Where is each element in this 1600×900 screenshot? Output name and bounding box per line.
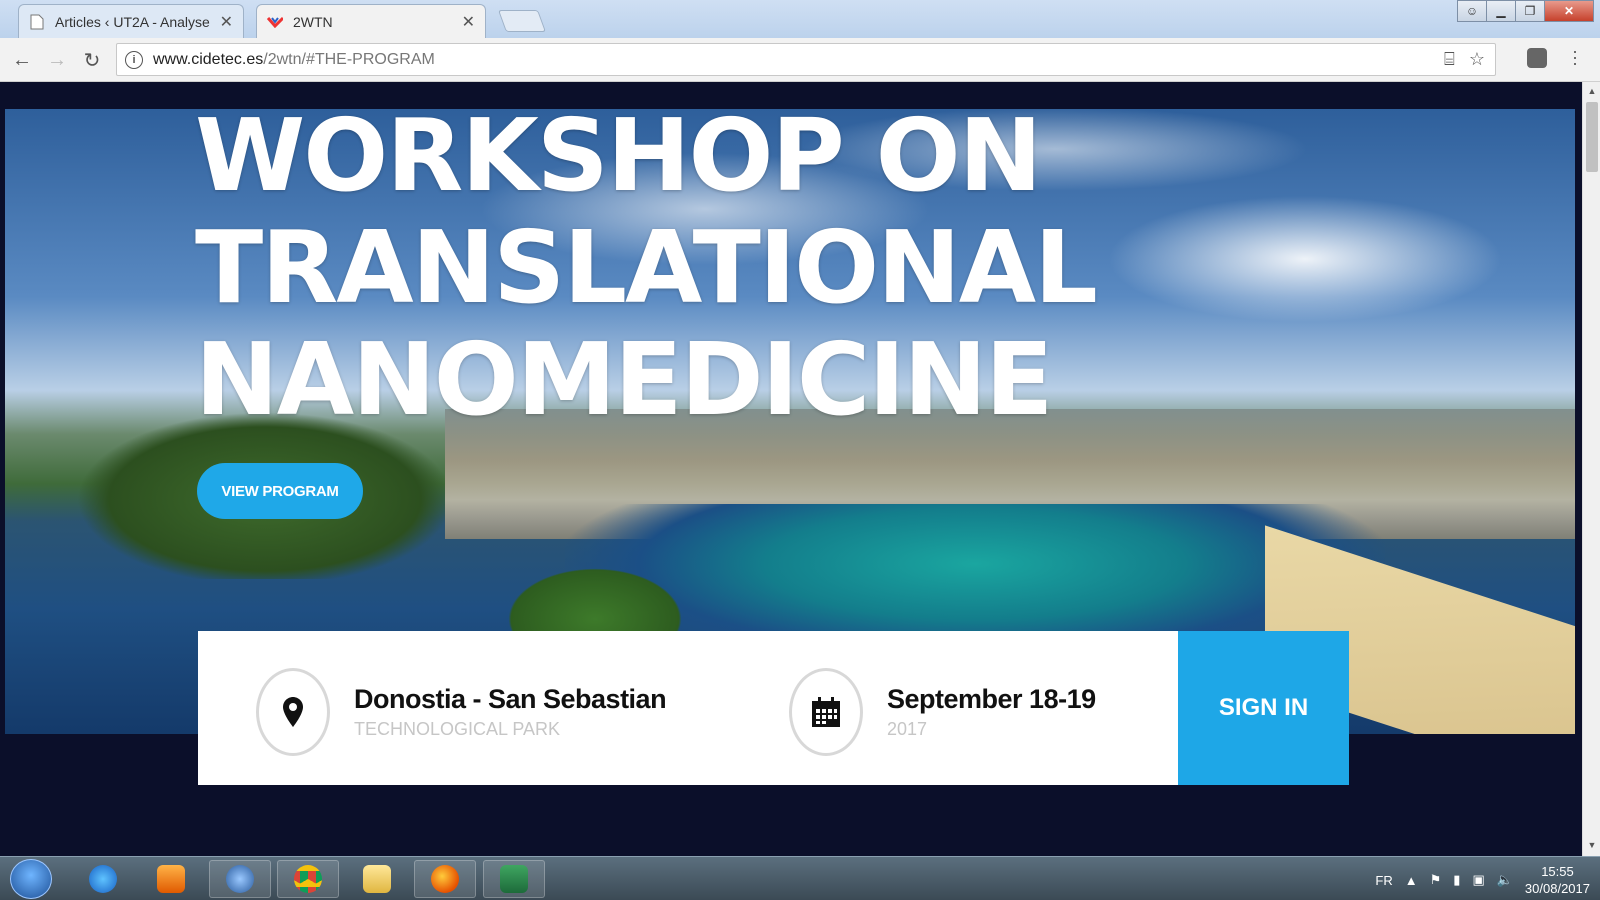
browser-chrome: Articles ‹ UT2A - Analyse ✕ 2WTN ✕ ☺ ▁ ❐… <box>0 0 1600 82</box>
tab-articles[interactable]: Articles ‹ UT2A - Analyse ✕ <box>18 4 244 38</box>
new-tab-button[interactable] <box>497 10 547 32</box>
page-content: WORKSHOP ON TRANSLATIONAL NANOMEDICINE V… <box>0 82 1582 856</box>
back-arrow-icon[interactable]: ← <box>10 48 34 72</box>
info-icon[interactable]: i <box>125 50 143 69</box>
clock-date: 30/08/2017 <box>1524 881 1590 896</box>
network-icon[interactable]: ▣ <box>1472 872 1484 888</box>
tab-2wtn[interactable]: 2WTN ✕ <box>256 4 486 38</box>
location-name: Donostia - San Sebastian <box>354 684 667 714</box>
maximize-button[interactable]: ❐ <box>1515 0 1545 22</box>
hero-title: WORKSHOP ON TRANSLATIONAL NANOMEDICINE <box>195 97 1098 438</box>
scroll-down-icon[interactable]: ▼ <box>1586 840 1598 852</box>
address-bar[interactable]: i www.cidetec.es/2wtn/#THE-PROGRAM ⌸ ☆ <box>116 43 1496 76</box>
hero-title-line: TRANSLATIONAL <box>195 209 1098 326</box>
forward-arrow-icon[interactable]: → <box>45 48 69 72</box>
show-hidden-icons-icon[interactable]: ▲ <box>1405 873 1418 888</box>
start-button[interactable] <box>10 859 52 899</box>
translate-icon[interactable]: ⌸ <box>1444 49 1455 70</box>
scroll-up-icon[interactable]: ▲ <box>1586 86 1598 98</box>
close-window-button[interactable]: ✕ <box>1544 0 1594 22</box>
star-icon[interactable]: ☆ <box>1469 49 1485 70</box>
minimize-button[interactable]: ▁ <box>1486 0 1516 22</box>
reload-icon[interactable]: ↻ <box>80 48 104 72</box>
omnibox-icons: ⌸ ☆ <box>1444 49 1485 70</box>
browser-toolbar: ← → ↻ i www.cidetec.es/2wtn/#THE-PROGRAM… <box>0 38 1600 82</box>
page-scrollbar[interactable]: ▲ ▼ <box>1582 82 1600 856</box>
site-logo-icon <box>267 14 283 30</box>
language-indicator[interactable]: FR <box>1375 873 1392 888</box>
event-year: 2017 <box>887 719 928 739</box>
hero-title-line: WORKSHOP ON <box>195 97 1042 214</box>
calendar-icon <box>789 668 863 756</box>
clock-time: 15:55 <box>1541 864 1574 879</box>
close-tab-icon[interactable]: ✕ <box>462 12 475 32</box>
user-icon[interactable]: ☺ <box>1457 0 1487 22</box>
file-explorer-icon[interactable] <box>346 860 408 898</box>
hero-title-line: NANOMEDICINE <box>195 321 1053 438</box>
location-subtitle: TECHNOLOGICAL PARK <box>354 719 561 739</box>
location-pin-icon <box>256 668 330 756</box>
tab-strip: Articles ‹ UT2A - Analyse ✕ 2WTN ✕ ☺ ▁ ❐… <box>0 0 1600 38</box>
firefox-icon[interactable] <box>414 860 476 898</box>
tab-title: Articles ‹ UT2A - Analyse <box>55 13 210 30</box>
menu-dots-icon[interactable]: · · · <box>1572 42 1578 72</box>
media-player-icon[interactable] <box>140 860 202 898</box>
power-icon[interactable]: ▮ <box>1453 872 1460 888</box>
action-center-flag-icon[interactable]: ⚑ <box>1430 872 1442 888</box>
thunderbird-icon[interactable] <box>209 860 271 898</box>
event-dates: September 18-19 <box>887 684 1096 714</box>
system-tray: FR ▲ ⚑ ▮ ▣ 🔈 15:55 30/08/2017 <box>1375 863 1590 897</box>
volume-icon[interactable]: 🔈 <box>1497 872 1513 888</box>
sign-in-button[interactable]: SIGN IN <box>1178 631 1349 785</box>
url-path: /2wtn/#THE-PROGRAM <box>263 50 435 68</box>
os-taskbar: FR ▲ ⚑ ▮ ▣ 🔈 15:55 30/08/2017 <box>0 856 1600 900</box>
window-controls: ☺ ▁ ❐ ✕ <box>1457 0 1594 22</box>
event-info-bar: Donostia - San Sebastian TECHNOLOGICAL P… <box>198 631 1349 785</box>
scrollbar-thumb[interactable] <box>1586 102 1598 172</box>
date-info: September 18-19 2017 <box>789 668 1096 756</box>
page-icon <box>29 14 45 30</box>
internet-explorer-icon[interactable] <box>72 860 134 898</box>
close-tab-icon[interactable]: ✕ <box>220 12 233 32</box>
extension-icon[interactable] <box>1527 48 1547 68</box>
excel-icon[interactable] <box>483 860 545 898</box>
clock[interactable]: 15:55 30/08/2017 <box>1525 863 1590 897</box>
chrome-icon[interactable] <box>277 860 339 898</box>
tab-title: 2WTN <box>293 13 333 30</box>
view-program-button[interactable]: VIEW PROGRAM <box>197 463 363 519</box>
location-info: Donostia - San Sebastian TECHNOLOGICAL P… <box>256 668 667 756</box>
url-host: www.cidetec.es <box>153 50 264 68</box>
